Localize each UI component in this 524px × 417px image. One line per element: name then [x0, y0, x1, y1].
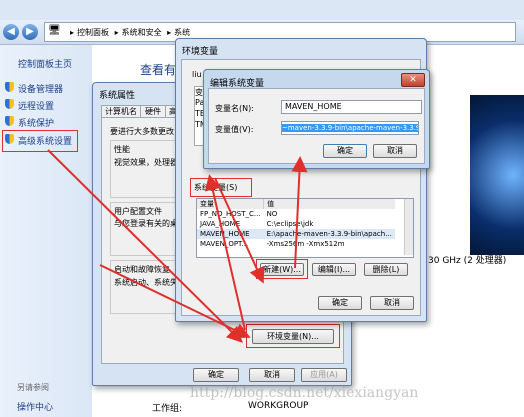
arrow-to-edit-dialog — [291, 156, 308, 269]
arrow-to-system-vars — [204, 174, 246, 331]
watermark: http://blog.csdn.net/xiexiangyan — [190, 385, 419, 401]
arrow-second — [99, 264, 251, 338]
annotation-arrows — [47, 149, 308, 343]
arrow-to-env-button — [47, 149, 243, 343]
